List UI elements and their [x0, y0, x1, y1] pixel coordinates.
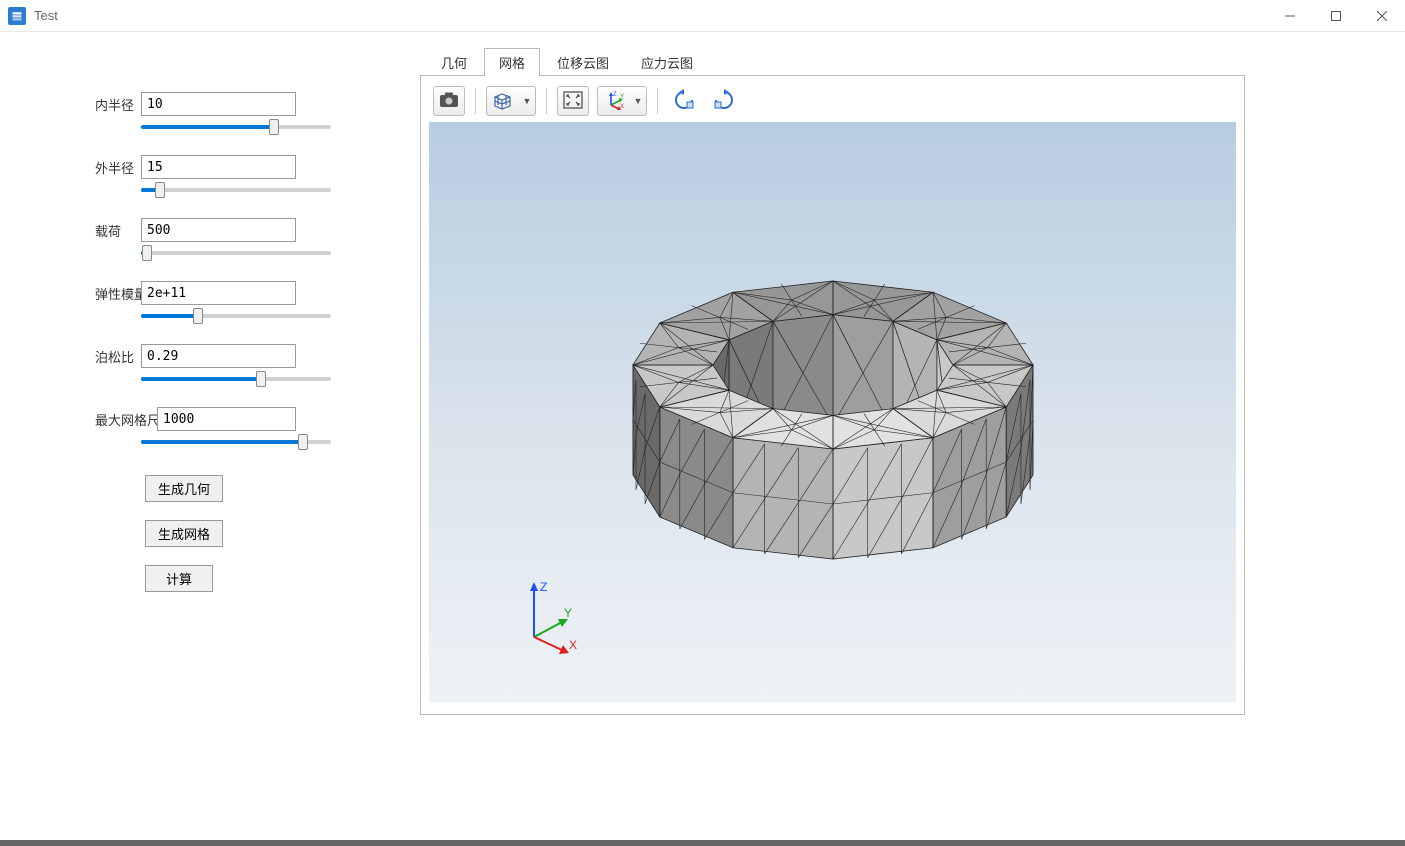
tab-geometry[interactable]: 几何	[426, 48, 482, 76]
fit-view-button[interactable]	[557, 86, 589, 116]
maximize-button[interactable]	[1313, 0, 1359, 31]
axis-y-label: Y	[564, 606, 572, 620]
inner-radius-input[interactable]	[141, 92, 296, 116]
inner-radius-slider[interactable]	[141, 119, 331, 135]
minimize-button[interactable]	[1267, 0, 1313, 31]
fit-icon	[563, 91, 583, 112]
axis-z-label: Z	[540, 580, 547, 594]
tab-mesh[interactable]: 网格	[484, 48, 540, 76]
viewer-panel: 几何 网格 位移云图 应力云图 ▼	[420, 32, 1405, 840]
max-mesh-size-input[interactable]	[157, 407, 296, 431]
generate-mesh-button[interactable]: 生成网格	[145, 520, 223, 547]
param-inner-radius: 内半径	[95, 92, 310, 135]
axis-x-label: X	[569, 638, 577, 652]
wireframe-cube-icon	[487, 87, 519, 115]
load-slider[interactable]	[141, 245, 331, 261]
axis-orientation-dropdown[interactable]: Z Y X ▼	[597, 86, 647, 116]
rotate-cw-icon	[712, 89, 736, 114]
poisson-input[interactable]	[141, 344, 296, 368]
chevron-down-icon: ▼	[519, 96, 535, 106]
app-icon	[8, 7, 26, 25]
param-poisson: 泊松比	[95, 344, 310, 387]
window-controls	[1267, 0, 1405, 31]
svg-text:Y: Y	[620, 94, 624, 100]
param-outer-radius: 外半径	[95, 155, 310, 198]
window-bottom-edge	[0, 840, 1405, 846]
compute-button[interactable]: 计算	[145, 565, 213, 592]
viewer-container: ▼ Z Y X	[420, 75, 1245, 715]
max-mesh-size-slider[interactable]	[141, 434, 331, 450]
toolbar-separator	[475, 88, 476, 114]
tab-displacement[interactable]: 位移云图	[542, 48, 624, 76]
parameter-panel: 内半径 外半径 载荷	[0, 32, 420, 840]
tab-stress[interactable]: 应力云图	[626, 48, 708, 76]
view-style-dropdown[interactable]: ▼	[486, 86, 536, 116]
svg-text:Z: Z	[613, 92, 617, 98]
youngs-modulus-input[interactable]	[141, 281, 296, 305]
load-input[interactable]	[141, 218, 296, 242]
rotate-ccw-button[interactable]	[668, 86, 700, 116]
outer-radius-slider[interactable]	[141, 182, 331, 198]
axis-triad-icon: Z Y X	[598, 87, 630, 115]
view-tabs: 几何 网格 位移云图 应力云图	[426, 47, 1245, 75]
window-titlebar: Test	[0, 0, 1405, 32]
param-load: 载荷	[95, 218, 310, 261]
toolbar-separator	[657, 88, 658, 114]
mesh-render	[583, 215, 1083, 585]
svg-text:X: X	[620, 104, 624, 110]
camera-icon	[439, 92, 459, 111]
3d-viewport[interactable]: Z Y X	[429, 122, 1236, 702]
param-youngs-modulus: 弹性模量	[95, 281, 310, 324]
viewer-toolbar: ▼ Z Y X	[429, 84, 1236, 118]
rotate-ccw-icon	[672, 89, 696, 114]
close-button[interactable]	[1359, 0, 1405, 31]
param-max-mesh-size: 最大网格尺寸	[95, 407, 310, 450]
toolbar-separator	[546, 88, 547, 114]
window-title: Test	[34, 8, 58, 23]
rotate-cw-button[interactable]	[708, 86, 740, 116]
chevron-down-icon: ▼	[630, 96, 646, 106]
generate-geometry-button[interactable]: 生成几何	[145, 475, 223, 502]
axis-gizmo: Z Y X	[514, 577, 594, 657]
poisson-slider[interactable]	[141, 371, 331, 387]
youngs-modulus-slider[interactable]	[141, 308, 331, 324]
screenshot-button[interactable]	[433, 86, 465, 116]
outer-radius-input[interactable]	[141, 155, 296, 179]
